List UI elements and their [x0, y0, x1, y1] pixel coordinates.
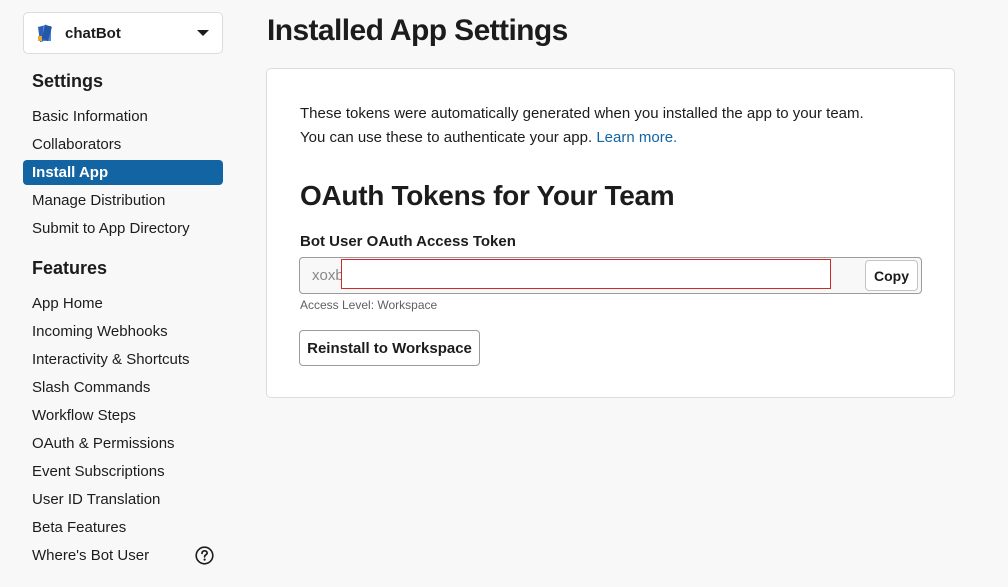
sidebar-item-basic-information[interactable]: Basic Information [23, 104, 223, 129]
sidebar-item-interactivity-shortcuts[interactable]: Interactivity & Shortcuts [23, 347, 223, 372]
redaction-box [341, 259, 831, 289]
page-title: Installed App Settings [267, 14, 568, 47]
settings-nav: Basic Information Collaborators Install … [23, 104, 223, 244]
reinstall-button[interactable]: Reinstall to Workspace [299, 330, 480, 366]
sidebar-item-submit-to-app-directory[interactable]: Submit to App Directory [23, 216, 223, 241]
help-circle-icon[interactable] [195, 546, 214, 565]
sidebar-item-workflow-steps[interactable]: Workflow Steps [23, 403, 223, 428]
features-section-title: Features [32, 258, 108, 278]
sidebar-item-collaborators[interactable]: Collaborators [23, 132, 223, 157]
sidebar-item-install-app[interactable]: Install App [23, 160, 223, 185]
sidebar-item-event-subscriptions[interactable]: Event Subscriptions [23, 459, 223, 484]
app-selector[interactable]: chatBot [23, 12, 223, 54]
sidebar-item-wheres-bot-user[interactable]: Where's Bot User [23, 543, 223, 568]
features-nav: App Home Incoming Webhooks Interactivity… [23, 291, 223, 571]
token-label: Bot User OAuth Access Token [300, 233, 516, 250]
settings-section-title: Settings [32, 71, 104, 91]
installed-app-card: These tokens were automatically generate… [266, 68, 955, 398]
app-name: chatBot [65, 24, 121, 42]
sidebar-item-oauth-permissions[interactable]: OAuth & Permissions [23, 431, 223, 456]
access-level-text: Access Level: Workspace [300, 298, 438, 312]
sidebar-item-manage-distribution[interactable]: Manage Distribution [23, 188, 223, 213]
sidebar-item-user-id-translation[interactable]: User ID Translation [23, 487, 223, 512]
oauth-tokens-heading: OAuth Tokens for Your Team [300, 180, 675, 211]
sidebar-item-incoming-webhooks[interactable]: Incoming Webhooks [23, 319, 223, 344]
token-value[interactable]: xoxb [312, 267, 344, 284]
intro-text: These tokens were automatically generate… [300, 105, 864, 146]
copy-button[interactable]: Copy [865, 260, 918, 291]
book-stack-icon [35, 23, 55, 43]
learn-more-link[interactable]: Learn more. [596, 129, 677, 146]
chevron-down-icon [196, 28, 210, 38]
token-field[interactable]: xoxb Copy [299, 257, 922, 294]
sidebar-item-app-home[interactable]: App Home [23, 291, 223, 316]
sidebar-item-slash-commands[interactable]: Slash Commands [23, 375, 223, 400]
sidebar-item-beta-features[interactable]: Beta Features [23, 515, 223, 540]
